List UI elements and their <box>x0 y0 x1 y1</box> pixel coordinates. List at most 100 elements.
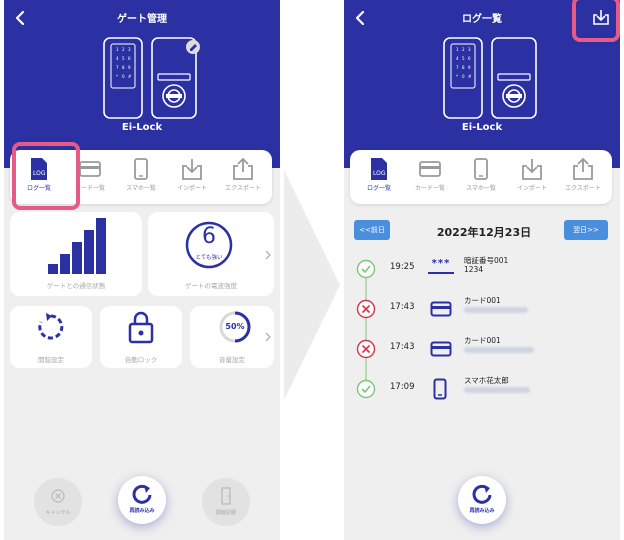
tab-import[interactable]: インポート <box>167 154 217 200</box>
fail-cross-icon <box>356 299 376 319</box>
device-name: Ei-Lock <box>121 122 163 133</box>
success-check-icon <box>356 259 376 279</box>
redacted-text <box>464 387 530 393</box>
svg-text:6: 6 <box>468 56 471 61</box>
chevron-right-icon <box>265 332 271 342</box>
svg-text:5: 5 <box>122 56 125 61</box>
svg-text:8: 8 <box>122 65 125 70</box>
prev-day-button[interactable]: <<前日 <box>354 220 390 240</box>
log-row[interactable]: 17:09 スマホ花太郎 <box>344 370 620 410</box>
svg-text:9: 9 <box>128 65 131 70</box>
card-icon <box>419 161 441 177</box>
download-highlight-frame <box>572 0 620 42</box>
padlock-icon <box>128 311 154 344</box>
svg-text:4: 4 <box>116 56 119 61</box>
radio-strength-label: ゲートの電波強度 <box>185 282 237 290</box>
signal-status-label: ゲートとの通信状態 <box>46 282 106 290</box>
svg-text:0: 0 <box>462 74 465 79</box>
pin-underline <box>428 272 454 274</box>
log-primary-text: カード001 <box>464 296 501 305</box>
tab-log-list[interactable]: LOG ログ一覧 <box>354 154 404 200</box>
pin-code-icon: *** <box>431 258 451 269</box>
device-name: Ei-Lock <box>461 122 503 133</box>
next-day-button[interactable]: 翌日>> <box>564 220 608 240</box>
reload-label: 再読み込み <box>129 508 155 514</box>
transition-arrow <box>284 170 340 400</box>
function-tab-bar: LOG ログ一覧 カード一覧 スマホ一覧 インポート エクスポート <box>350 150 612 204</box>
tab-smartphone-list[interactable]: スマホ一覧 <box>456 154 506 200</box>
radio-strength-value: 6 <box>202 224 216 249</box>
radio-strength-card[interactable]: 6 とても強い ゲートの電波強度 <box>148 212 274 296</box>
reload-button[interactable]: 再読み込み <box>458 476 506 524</box>
smartphone-icon <box>474 158 488 180</box>
tab-label: インポート <box>176 185 207 192</box>
tab-card-list[interactable]: カード一覧 <box>405 154 455 200</box>
svg-text:1: 1 <box>116 47 119 52</box>
tab-label: ログ一覧 <box>366 185 391 192</box>
svg-text:1: 1 <box>456 47 459 52</box>
current-date: 2022年12月23日 <box>436 226 532 239</box>
redacted-text <box>464 307 528 313</box>
svg-text:9: 9 <box>468 65 471 70</box>
door-record-button[interactable]: 開錠記録 <box>202 478 250 526</box>
cancel-label: キャンセル <box>45 510 71 516</box>
export-icon <box>573 157 593 180</box>
close-circle-icon <box>51 489 65 503</box>
door-icon <box>221 487 231 505</box>
unlock-settings-card[interactable]: 開錠設定 <box>10 306 92 368</box>
volume-settings-label: 音量設定 <box>219 356 245 364</box>
smartphone-icon <box>134 158 148 180</box>
log-list-screen: ログ一覧 123 456 789 * 0 # Ei-Lock LOG ログ一覧 … <box>344 0 620 540</box>
signal-status-card[interactable]: ゲートとの通信状態 <box>10 212 142 296</box>
radio-strength-sub: とても強い <box>195 255 223 261</box>
log-time: 19:25 <box>390 262 415 272</box>
volume-value: 50% <box>225 322 245 331</box>
export-icon <box>233 157 253 180</box>
volume-settings-card[interactable]: 50% 音量設定 <box>190 306 274 368</box>
log-row[interactable]: 19:25 *** 暗証番号001 1234 <box>344 250 620 290</box>
reload-icon <box>132 484 152 504</box>
tab-label: エクスポート <box>225 185 261 192</box>
edit-icon[interactable] <box>186 40 200 54</box>
cancel-button[interactable]: キャンセル <box>34 478 82 526</box>
tab-label: インポート <box>516 185 547 192</box>
log-row[interactable]: 17:43 カード001 <box>344 330 620 370</box>
log-time: 17:09 <box>390 382 415 392</box>
log-time: 17:43 <box>390 342 415 352</box>
reload-button[interactable]: 再読み込み <box>118 476 166 524</box>
import-icon <box>522 159 542 180</box>
tab-export[interactable]: エクスポート <box>218 154 268 200</box>
tab-label: エクスポート <box>565 185 601 192</box>
import-icon <box>182 159 202 180</box>
svg-text:2: 2 <box>122 47 125 52</box>
tab-highlight-frame <box>12 142 80 210</box>
log-row[interactable]: 17:43 カード001 <box>344 290 620 330</box>
tab-smartphone-list[interactable]: スマホ一覧 <box>116 154 166 200</box>
page-title: ゲート管理 <box>117 14 167 25</box>
success-check-icon <box>356 379 376 399</box>
tab-label: カード一覧 <box>414 185 445 192</box>
gate-management-screen: ゲート管理 123 456 789 * 0 # Ei-Lock LOG ログ一覧… <box>4 0 280 540</box>
svg-text:LOG: LOG <box>373 170 386 177</box>
auto-lock-card[interactable]: 自動ロック <box>100 306 182 368</box>
card-icon <box>79 161 101 177</box>
svg-text:2: 2 <box>462 47 465 52</box>
log-time: 17:43 <box>390 302 415 312</box>
reload-icon <box>472 484 492 504</box>
svg-text:8: 8 <box>462 65 465 70</box>
unlock-settings-label: 開錠設定 <box>38 356 64 364</box>
tab-label: スマホ一覧 <box>466 185 496 192</box>
comparison-stage: ゲート管理 123 456 789 * 0 # Ei-Lock LOG ログ一覧… <box>0 0 624 540</box>
reload-label: 再読み込み <box>469 508 495 514</box>
log-primary-text: カード001 <box>464 336 501 345</box>
door-record-label: 開錠記録 <box>215 510 236 516</box>
auto-lock-label: 自動ロック <box>124 356 158 364</box>
smartphone-icon <box>433 378 447 400</box>
chevron-right-icon <box>265 250 271 260</box>
log-file-icon: LOG <box>371 158 387 180</box>
svg-text:4: 4 <box>456 56 459 61</box>
tab-import[interactable]: インポート <box>507 154 557 200</box>
tab-export[interactable]: エクスポート <box>558 154 608 200</box>
svg-text:3: 3 <box>128 47 131 52</box>
svg-text:0: 0 <box>122 74 125 79</box>
